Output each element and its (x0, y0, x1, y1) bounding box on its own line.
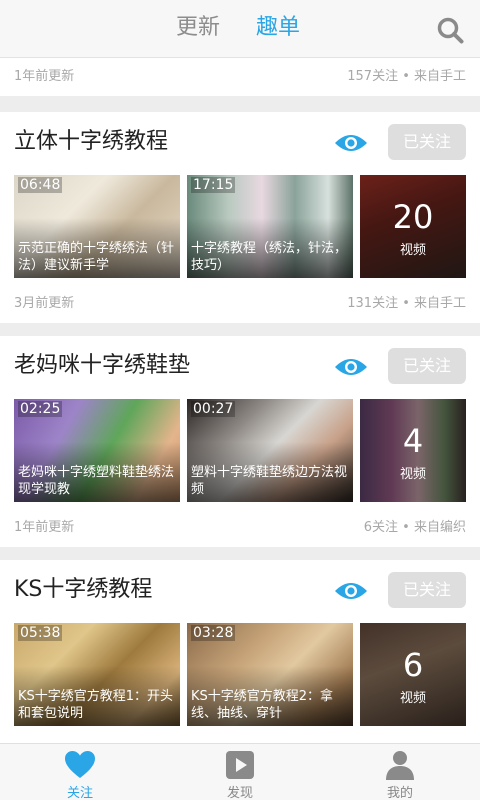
list-item-meta: 1年前更新 157关注 • 来自手工 (0, 58, 480, 96)
video-count-label: 视频 (399, 467, 426, 482)
playlist-card[interactable]: KS十字绣教程 已关注 05:38 KS十字绣官方教程1：开头和套包说明 03:… (0, 560, 480, 771)
playlist-card[interactable]: 立体十字绣教程 已关注 06:48 示范正确的十字绣绣法（针法）建议新手学 17… (0, 112, 480, 323)
follow-source: 131关注 • 来自手工 (347, 296, 466, 311)
video-title: 塑料十字绣鞋垫绣边方法视频 (191, 465, 348, 497)
video-duration: 02:25 (18, 401, 63, 417)
update-time: 3月前更新 (14, 296, 75, 311)
video-thumbnail[interactable]: 06:48 示范正确的十字绣绣法（针法）建议新手学 (14, 175, 180, 278)
eye-icon[interactable] (334, 581, 368, 601)
follow-source: 157关注 • 来自手工 (347, 69, 466, 84)
tab-update[interactable]: 更新 (176, 12, 220, 44)
playlist-count-tile[interactable]: 6 视频 (360, 623, 466, 726)
bottom-nav: 关注 发现 我的 (0, 743, 480, 800)
eye-icon[interactable] (334, 133, 368, 153)
nav-follow[interactable]: 关注 (20, 744, 140, 800)
nav-discover-label: 发现 (226, 786, 253, 800)
playlist-title[interactable]: 老妈咪十字绣鞋垫 (14, 350, 190, 382)
video-title: KS十字绣官方教程2：拿线、抽线、穿针 (191, 689, 334, 721)
playlist-count-tile[interactable]: 4 视频 (360, 399, 466, 502)
top-bar: 更新 趣单 (0, 0, 480, 58)
video-count: 4 (402, 422, 424, 460)
search-icon[interactable] (436, 16, 464, 44)
video-duration: 05:38 (18, 625, 63, 641)
video-title: 示范正确的十字绣绣法（针法）建议新手学 (18, 241, 175, 273)
video-duration: 03:28 (191, 625, 236, 641)
video-title: KS十字绣官方教程1：开头和套包说明 (18, 689, 174, 721)
play-icon (226, 751, 254, 779)
playlist-count-tile[interactable]: 20 视频 (360, 175, 466, 278)
nav-follow-label: 关注 (66, 786, 93, 800)
video-thumbnail[interactable]: 17:15 十字绣教程（绣法，针法，技巧） (187, 175, 353, 278)
user-icon (386, 751, 414, 780)
heart-icon (65, 751, 95, 778)
video-count-label: 视频 (399, 243, 426, 258)
nav-me[interactable]: 我的 (340, 744, 460, 800)
video-thumbnail[interactable]: 03:28 KS十字绣官方教程2：拿线、抽线、穿针 (187, 623, 353, 726)
follow-button[interactable]: 已关注 (388, 348, 466, 384)
video-duration: 06:48 (18, 177, 63, 193)
nav-me-label: 我的 (386, 786, 413, 800)
list-item-meta: 1年前更新 6关注 • 来自编织 (0, 509, 480, 547)
update-time: 1年前更新 (14, 520, 75, 535)
playlist-card[interactable]: 老妈咪十字绣鞋垫 已关注 02:25 老妈咪十字绣塑料鞋垫绣法现学现教 00:2… (0, 336, 480, 547)
video-count: 20 (392, 198, 434, 236)
video-duration: 17:15 (191, 177, 236, 193)
nav-discover[interactable]: 发现 (180, 744, 300, 800)
video-title: 十字绣教程（绣法，针法，技巧） (191, 241, 348, 273)
playlist-title[interactable]: KS十字绣教程 (14, 574, 152, 606)
video-count: 6 (402, 646, 424, 684)
list-item-meta: 3月前更新 131关注 • 来自手工 (0, 285, 480, 323)
follow-button[interactable]: 已关注 (388, 572, 466, 608)
playlist-title[interactable]: 立体十字绣教程 (14, 126, 168, 158)
video-count-label: 视频 (399, 691, 426, 706)
follow-source: 6关注 • 来自编织 (363, 520, 466, 535)
video-thumbnail[interactable]: 05:38 KS十字绣官方教程1：开头和套包说明 (14, 623, 180, 726)
video-duration: 00:27 (191, 401, 236, 417)
video-title: 老妈咪十字绣塑料鞋垫绣法现学现教 (18, 465, 175, 497)
follow-button[interactable]: 已关注 (388, 124, 466, 160)
tab-qudan[interactable]: 趣单 (256, 12, 300, 44)
update-time: 1年前更新 (14, 69, 75, 84)
video-thumbnail[interactable]: 02:25 老妈咪十字绣塑料鞋垫绣法现学现教 (14, 399, 180, 502)
video-thumbnail[interactable]: 00:27 塑料十字绣鞋垫绣边方法视频 (187, 399, 353, 502)
eye-icon[interactable] (334, 357, 368, 377)
